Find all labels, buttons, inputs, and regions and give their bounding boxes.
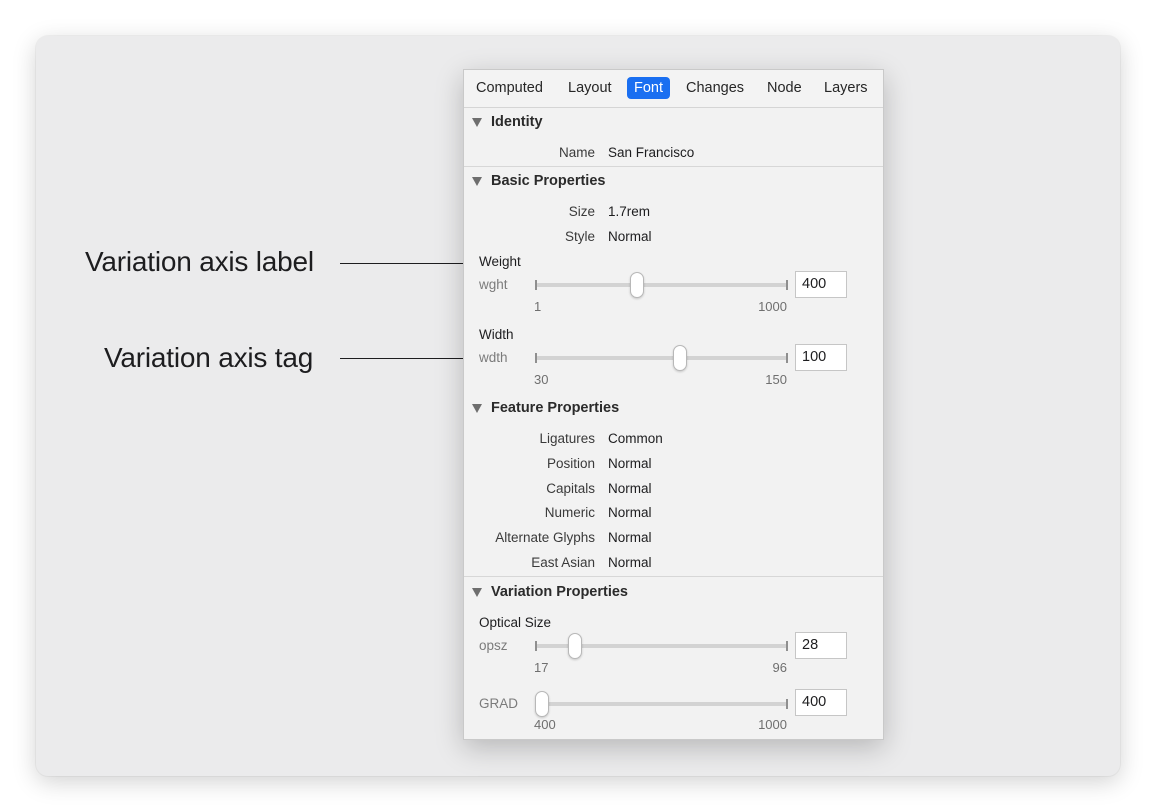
capitals-label: Capitals — [546, 481, 595, 496]
axis-tag-wdth: wdth — [479, 350, 508, 365]
section-variation-header[interactable]: Variation Properties — [464, 582, 883, 602]
tab-bar: Computed Layout Font Changes Node Layers — [464, 70, 883, 108]
slider-min-tick — [535, 641, 537, 651]
slider-thumb[interactable] — [567, 633, 582, 659]
section-feature-header[interactable]: Feature Properties — [464, 398, 883, 418]
slider-max-label: 1000 — [758, 717, 787, 732]
optical-size-value-input[interactable]: 28 — [795, 632, 847, 659]
slider-max-tick — [786, 280, 788, 290]
axis-tag-grad: GRAD — [479, 696, 519, 711]
section-title: Variation Properties — [491, 584, 628, 600]
east-asian-label: East Asian — [531, 555, 595, 570]
tab-layout[interactable]: Layout — [561, 77, 619, 99]
slider-max-label: 1000 — [758, 299, 787, 314]
style-label: Style — [564, 229, 595, 244]
weight-value-input[interactable]: 400 — [795, 271, 847, 298]
disclosure-triangle-icon[interactable] — [472, 177, 482, 186]
slider-max-label: 150 — [765, 372, 787, 387]
slider-thumb[interactable] — [629, 272, 644, 298]
slider-min-label: 1 — [534, 299, 542, 314]
tab-layers[interactable]: Layers — [817, 77, 875, 99]
tab-changes[interactable]: Changes — [679, 77, 751, 99]
alternate-glyphs-value: Normal — [608, 530, 652, 545]
tab-font[interactable]: Font — [627, 77, 671, 99]
grad-value-input[interactable]: 400 — [795, 689, 847, 716]
slider-max-label: 96 — [772, 660, 787, 675]
section-divider — [464, 166, 883, 167]
name-label: Name — [558, 145, 595, 160]
numeric-label: Numeric — [544, 505, 595, 520]
disclosure-triangle-icon[interactable] — [472, 404, 482, 413]
style-value: Normal — [608, 229, 652, 244]
width-value-input[interactable]: 100 — [795, 344, 847, 371]
alternate-glyphs-label: Alternate Glyphs — [495, 530, 595, 545]
slider-min-tick — [535, 353, 537, 363]
name-value: San Francisco — [608, 145, 695, 160]
axis-name-optical-size: Optical Size — [479, 615, 552, 630]
axis-tag-wght: wght — [479, 277, 508, 292]
section-identity-header[interactable]: Identity — [464, 112, 883, 132]
capitals-value: Normal — [608, 481, 652, 496]
axis-name-weight: Weight — [479, 254, 521, 269]
grad-slider[interactable] — [535, 691, 788, 717]
callout-axis-label: Variation axis label — [85, 246, 314, 277]
numeric-value: Normal — [608, 505, 652, 520]
ligatures-label: Ligatures — [539, 431, 595, 446]
optical-size-slider[interactable] — [535, 633, 788, 659]
slider-min-label: 400 — [534, 717, 556, 732]
disclosure-triangle-icon[interactable] — [472, 588, 482, 597]
section-title: Basic Properties — [491, 173, 606, 189]
slider-thumb[interactable] — [673, 345, 688, 371]
size-label: Size — [568, 204, 595, 219]
slider-min-label: 17 — [534, 660, 549, 675]
callout-axis-tag-line — [340, 358, 470, 359]
position-value: Normal — [608, 456, 652, 471]
callout-axis-label-line — [340, 263, 470, 264]
slider-min-label: 30 — [534, 372, 549, 387]
slider-max-tick — [786, 353, 788, 363]
tab-computed[interactable]: Computed — [469, 77, 550, 99]
weight-slider[interactable] — [535, 272, 788, 298]
axis-tag-opsz: opsz — [479, 638, 508, 653]
slider-thumb[interactable] — [535, 691, 549, 717]
axis-name-width: Width — [479, 327, 514, 342]
tab-node[interactable]: Node — [760, 77, 809, 99]
section-title: Feature Properties — [491, 400, 620, 416]
disclosure-triangle-icon[interactable] — [472, 118, 482, 127]
ligatures-value: Common — [608, 431, 663, 446]
section-title: Identity — [491, 114, 543, 130]
slider-max-tick — [786, 641, 788, 651]
size-value: 1.7rem — [608, 204, 651, 219]
position-label: Position — [546, 456, 595, 471]
slider-max-tick — [786, 699, 788, 709]
east-asian-value: Normal — [608, 555, 652, 570]
section-basic-header[interactable]: Basic Properties — [464, 171, 883, 191]
font-inspector-panel: Computed Layout Font Changes Node Layers… — [463, 69, 884, 740]
callout-axis-tag: Variation axis tag — [104, 342, 314, 373]
width-slider[interactable] — [535, 345, 788, 371]
slider-min-tick — [535, 280, 537, 290]
section-divider — [464, 576, 883, 577]
